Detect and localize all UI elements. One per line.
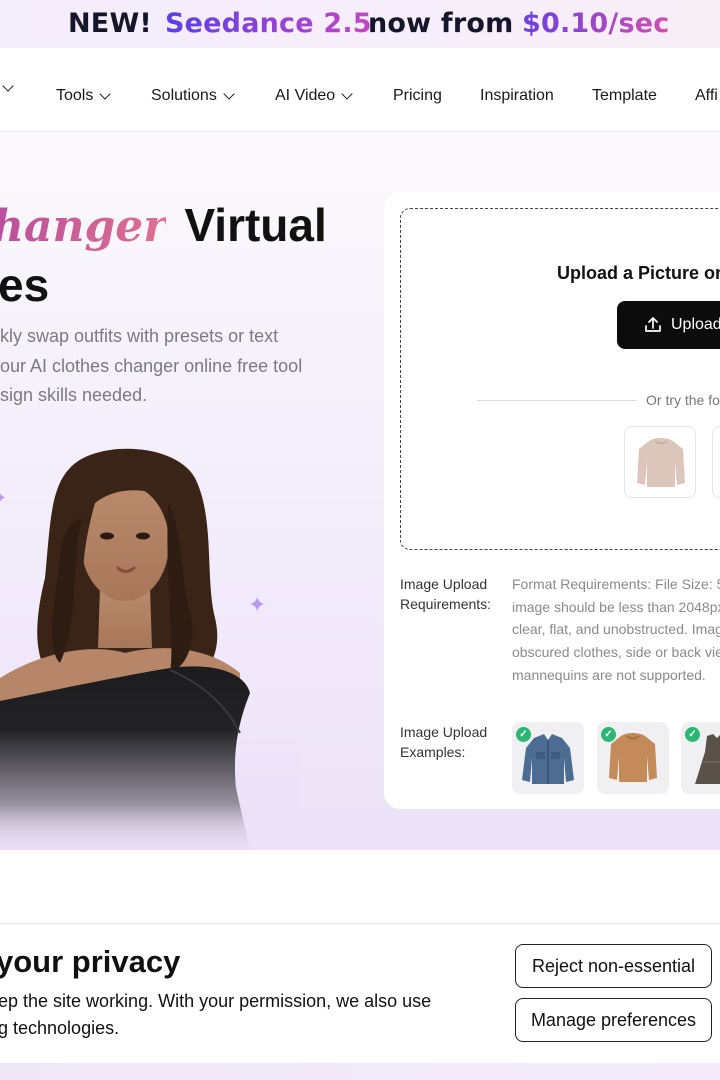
upload-button-label: Upload [671, 316, 720, 333]
hero-description-line: kly swap outfits with presets or text [0, 326, 279, 346]
requirements-text: Format Requirements: File Size: 5 image … [512, 573, 720, 687]
upload-button[interactable]: Upload [617, 301, 720, 349]
chevron-down-icon [2, 80, 14, 92]
check-icon: ✓ [601, 727, 616, 742]
nav-item-inspiration[interactable]: Inspiration [480, 87, 554, 105]
nav-item-ai-video[interactable]: AI Video [275, 87, 353, 105]
chevron-down-icon [99, 87, 112, 100]
chevron-down-icon [223, 87, 235, 100]
promo-model-name: Seedance 2.5 [165, 8, 372, 39]
nav-item-label: Template [592, 87, 657, 104]
nav-item-label: Affi [695, 87, 718, 104]
chevron-down-icon [341, 87, 353, 100]
bottom-strip [0, 1063, 720, 1080]
divider [477, 400, 637, 401]
examples-label: Image Upload Examples: [400, 722, 487, 762]
requirements-text-line: mannequins are not supported. [512, 666, 706, 683]
sample-thumbnail[interactable] [712, 426, 720, 498]
hero-description-line: sign skills needed. [0, 385, 148, 405]
requirements-text-line: obscured clothes, side or back vie [512, 644, 720, 661]
examples-label-line: Image Upload [400, 724, 488, 740]
upload-card: Upload a Picture or Upload Or try the fo… [384, 192, 720, 809]
promo-new-label: NEW! [68, 8, 152, 39]
promo-price: $0.10/sec [522, 8, 670, 39]
cookie-consent-banner: your privacy ep the site working. With y… [0, 923, 720, 1063]
requirements-text-line: clear, flat, and unobstructed. Imag [512, 621, 720, 638]
nav-item-pricing[interactable]: Pricing [393, 87, 442, 105]
requirements-label-line: Requirements: [400, 596, 492, 612]
hero-section: hanger Virtual es kly swap outfits with p… [0, 132, 720, 850]
example-denim-jacket: ✓ [512, 722, 584, 794]
requirements-label-line: Image Upload [400, 576, 488, 592]
upload-title: Upload a Picture or [557, 263, 720, 283]
hero-title-script: hanger [0, 201, 166, 252]
examples-label-line: Examples: [400, 744, 466, 760]
nav-item-template[interactable]: Template [592, 87, 657, 105]
example-dress: ✓ [681, 722, 720, 794]
requirements-label: Image Upload Requirements: [400, 574, 491, 614]
cookie-title: your privacy [0, 944, 181, 979]
requirements-text-line: Format Requirements: File Size: 5 [512, 576, 720, 592]
hero-title: hanger Virtual es [0, 196, 380, 314]
manage-preferences-button[interactable]: Manage preferences [515, 998, 712, 1042]
nav-item-cropped-chevron[interactable] [0, 80, 14, 92]
nav-item-label: Pricing [393, 87, 442, 104]
nav-item-tools[interactable]: Tools [56, 87, 112, 105]
promo-middle-text: now from [368, 8, 514, 39]
hero-title-word: Virtual [184, 199, 327, 251]
promo-banner[interactable]: NEW! Seedance 2.5 now from $0.10/sec [0, 0, 720, 48]
requirements-text-line: image should be less than 2048px [512, 598, 720, 615]
cookie-text-line: g technologies. [0, 1018, 120, 1038]
nav-item-label: Solutions [151, 87, 217, 104]
hero-description: kly swap outfits with presets or text ou… [0, 322, 320, 411]
hero-title-line2: es [0, 259, 50, 311]
check-icon: ✓ [685, 727, 700, 742]
cookie-text-line: ep the site working. With your permissio… [0, 991, 432, 1011]
nav-item-label: Tools [56, 87, 94, 104]
sample-sweater-thumbnail[interactable] [624, 426, 696, 498]
check-icon: ✓ [516, 727, 531, 742]
try-samples-text: Or try the fo [646, 392, 720, 408]
upload-icon [645, 317, 661, 332]
hero-model-image [0, 448, 300, 850]
sweater-image [637, 438, 685, 487]
cookie-text: ep the site working. With your permissio… [0, 988, 431, 1042]
reject-non-essential-button[interactable]: Reject non-essential [515, 944, 712, 988]
main-nav: Tools Solutions AI Video Pricing Inspira… [0, 48, 720, 132]
example-knit-sweater: ✓ [597, 722, 669, 794]
upload-dropzone[interactable]: Upload a Picture or Upload Or try the fo [400, 208, 720, 550]
nav-item-affiliate[interactable]: Affi [695, 87, 718, 105]
hero-description-line: our AI clothes changer online free tool [0, 355, 303, 376]
nav-item-solutions[interactable]: Solutions [151, 87, 235, 105]
nav-item-label: AI Video [275, 87, 336, 104]
nav-item-label: Inspiration [480, 87, 554, 104]
